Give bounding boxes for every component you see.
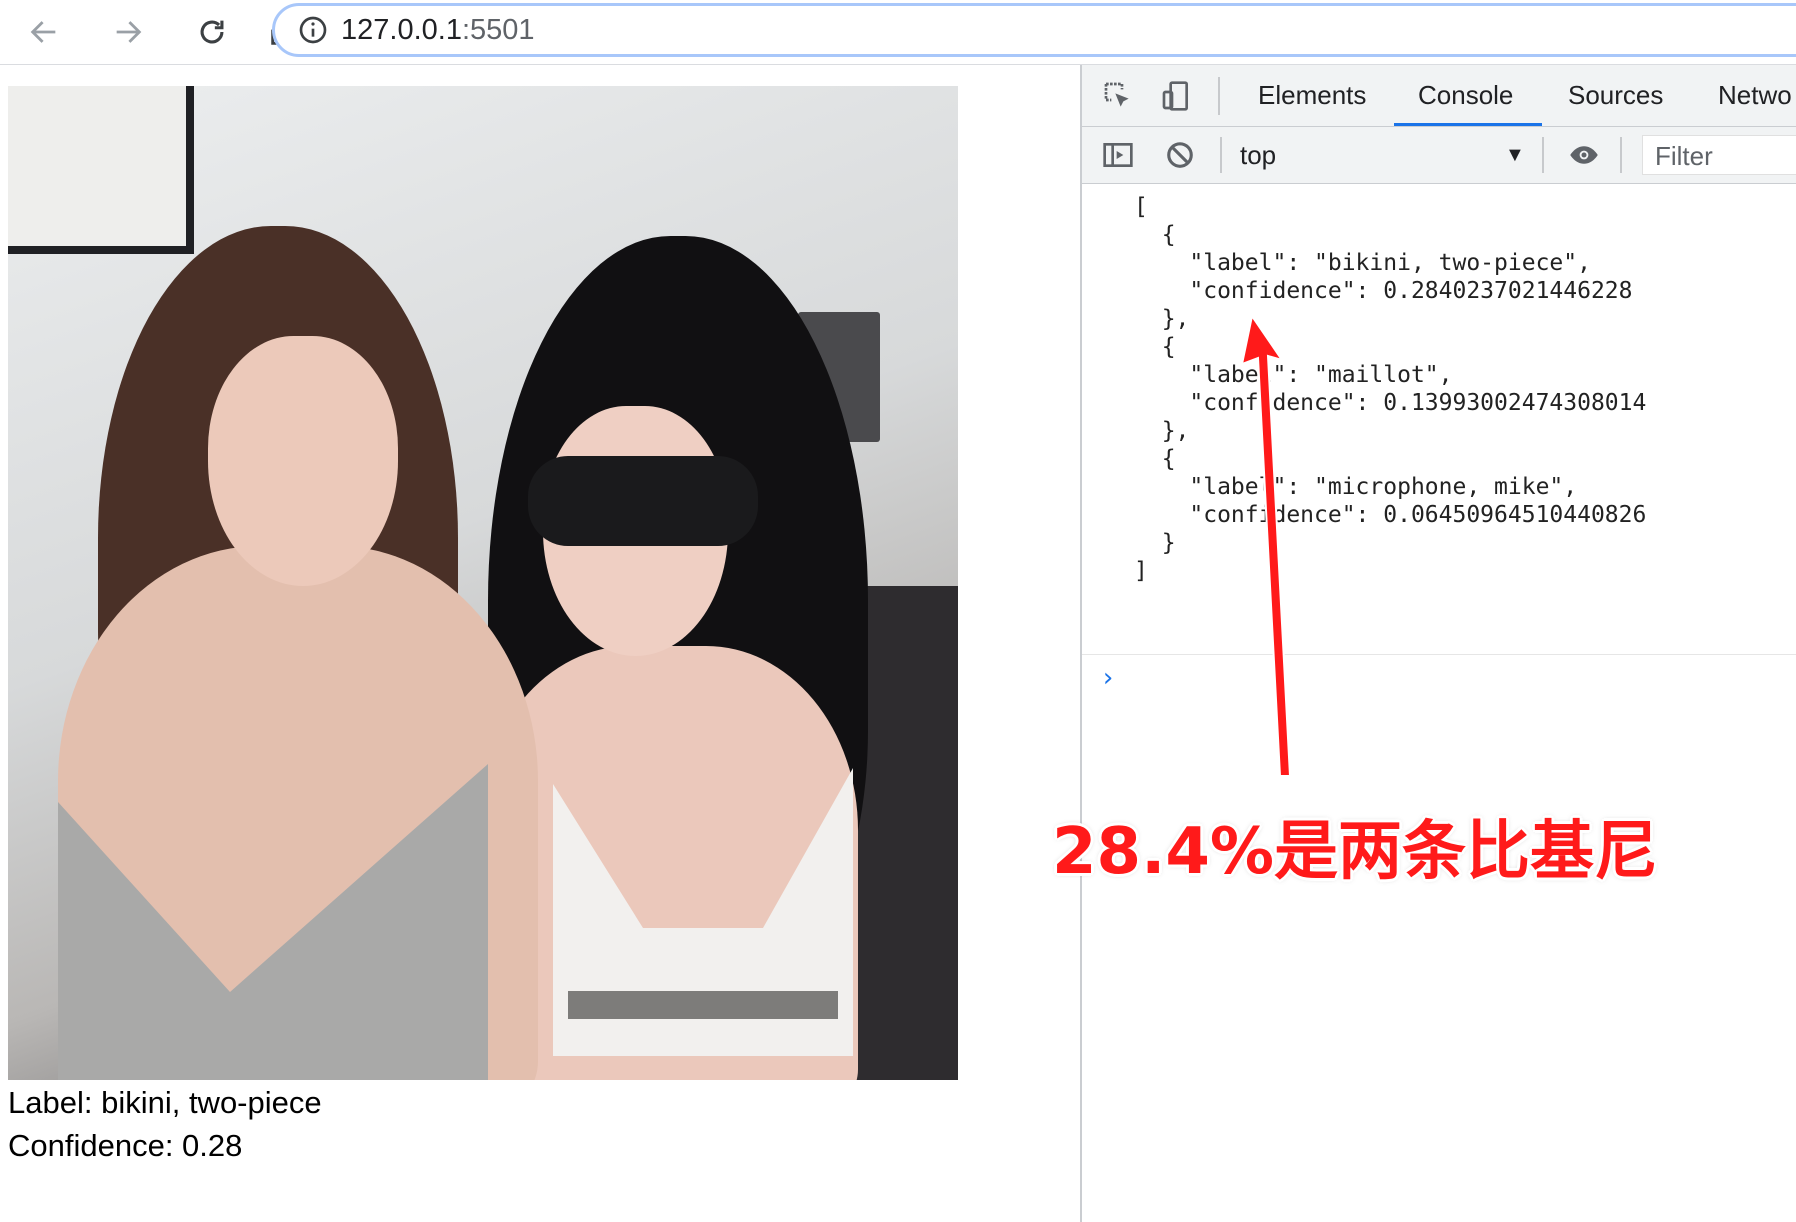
eye-icon[interactable] [1564,135,1604,175]
tab-network[interactable]: Netwo [1718,65,1792,126]
browser-toolbar: 127.0.0.1:5501 [0,0,1796,65]
filter-input[interactable]: Filter [1642,135,1796,175]
devtools-panel: Elements Console Sources Netwo top ▼ Fil… [1080,65,1796,1222]
console-json-log: [ { "label": "bikini, two-piece", "confi… [1134,194,1647,584]
url-port: :5501 [461,14,535,46]
dropdown-arrow-icon[interactable]: ▼ [1505,127,1525,183]
context-selector[interactable]: top [1240,127,1276,183]
reload-icon [200,20,224,44]
url-host: 127.0.0.1 [341,14,462,46]
photo-band-right [568,991,838,1019]
device-toolbar-icon[interactable] [1156,76,1196,116]
address-bar[interactable]: 127.0.0.1:5501 [272,3,1796,57]
tab-separator [1218,77,1220,115]
info-icon[interactable] [297,14,329,46]
arrow-right-icon [116,21,142,43]
clear-console-icon[interactable] [1160,135,1200,175]
tab-sources[interactable]: Sources [1568,65,1663,126]
forward-button[interactable] [106,10,150,54]
annotation-text: 28.4%是两条比基尼 [1052,815,1659,889]
classified-photo [8,86,958,1080]
annotation-arrow-icon [1240,316,1292,776]
photo-sunglasses [528,456,758,546]
url-text: 127.0.0.1:5501 [341,14,535,46]
devtools-tab-bar: Elements Console Sources Netwo [1082,65,1796,127]
tab-elements[interactable]: Elements [1258,65,1366,126]
toolbar-separator-2 [1542,137,1544,173]
console-prompt-icon[interactable]: › [1100,663,1116,693]
reload-button[interactable] [190,10,234,54]
arrow-left-icon [30,21,56,43]
toolbar-separator-3 [1620,137,1622,173]
console-output: [ { "label": "bikini, two-piece", "confi… [1082,185,1796,655]
console-toolbar: top ▼ Filter [1082,127,1796,184]
tab-console[interactable]: Console [1394,65,1542,126]
back-button[interactable] [22,10,66,54]
toolbar-separator [1220,137,1222,173]
photo-frame-detail [8,86,194,254]
photo-face-left [208,336,398,586]
sidebar-toggle-icon[interactable] [1098,135,1138,175]
result-confidence: Confidence: 0.28 [8,1128,243,1163]
inspect-element-icon[interactable] [1098,76,1138,116]
result-label: Label: bikini, two-piece [8,1085,322,1120]
page-viewport: Label: bikini, two-piece Confidence: 0.2… [0,65,1080,1222]
